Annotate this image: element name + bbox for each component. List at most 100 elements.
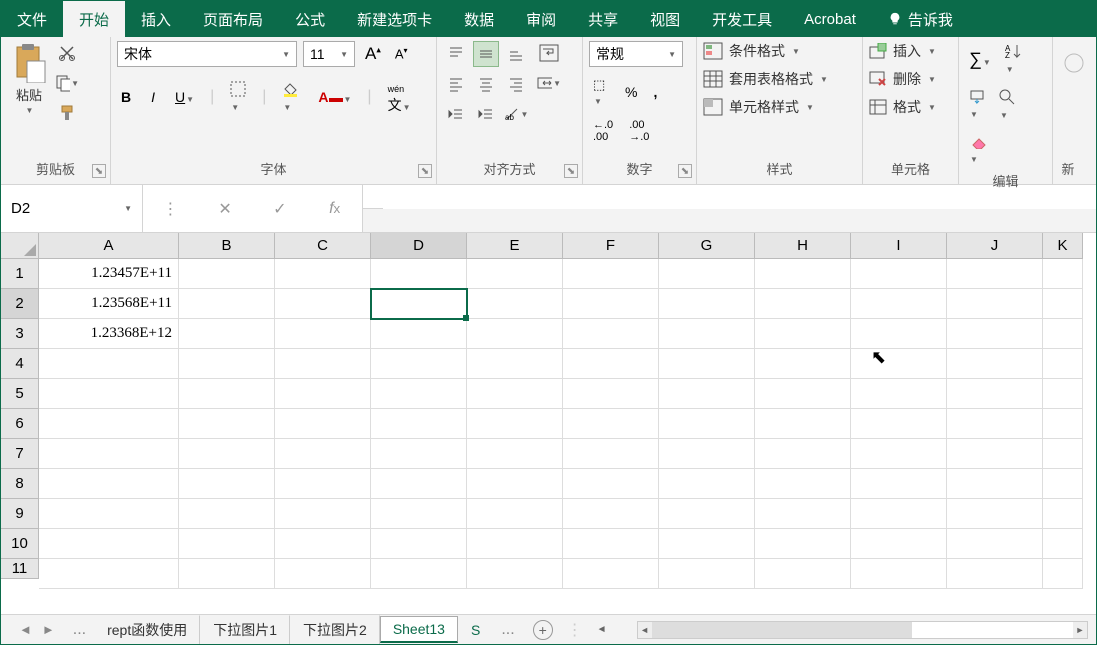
cell-A7[interactable] (39, 439, 179, 469)
cell-K5[interactable] (1043, 379, 1083, 409)
col-header-I[interactable]: I (851, 233, 947, 259)
cell-C9[interactable] (275, 499, 371, 529)
row-header-7[interactable]: 7 (1, 439, 39, 469)
tab-review[interactable]: 审阅 (510, 1, 572, 37)
percent-button[interactable]: % (621, 82, 641, 102)
cell-D4[interactable] (371, 349, 467, 379)
autosum-button[interactable]: ∑▼ (965, 47, 995, 72)
cell-D10[interactable] (371, 529, 467, 559)
cell-E8[interactable] (467, 469, 563, 499)
row-header-4[interactable]: 4 (1, 349, 39, 379)
cell-J11[interactable] (947, 559, 1043, 589)
cell-A1[interactable]: 1.23457E+11 (39, 259, 179, 289)
cell-B10[interactable] (179, 529, 275, 559)
cell-E2[interactable] (467, 289, 563, 319)
cell-C8[interactable] (275, 469, 371, 499)
format-button[interactable]: 格式▼ (869, 97, 936, 117)
row-header-5[interactable]: 5 (1, 379, 39, 409)
cell-K9[interactable] (1043, 499, 1083, 529)
cell-F1[interactable] (563, 259, 659, 289)
cell-H3[interactable] (755, 319, 851, 349)
clipboard-launcher[interactable]: ⬊ (92, 164, 106, 178)
cell-A4[interactable] (39, 349, 179, 379)
cell-F9[interactable] (563, 499, 659, 529)
cell-H10[interactable] (755, 529, 851, 559)
cell-C3[interactable] (275, 319, 371, 349)
cell-B9[interactable] (179, 499, 275, 529)
col-header-B[interactable]: B (179, 233, 275, 259)
sort-filter-button[interactable]: AZ▼ (1001, 41, 1027, 77)
col-header-G[interactable]: G (659, 233, 755, 259)
accounting-button[interactable]: ⬚▼ (589, 75, 613, 109)
select-all-corner[interactable] (1, 233, 39, 259)
sheet-tab-1[interactable]: 下拉图片1 (200, 615, 290, 644)
cell-A2[interactable]: 1.23568E+11 (39, 289, 179, 319)
paste-button[interactable]: 粘贴 ▼ (7, 41, 51, 117)
cell-D8[interactable] (371, 469, 467, 499)
fill-color-button[interactable]: ▼ (278, 79, 302, 115)
cell-C4[interactable] (275, 349, 371, 379)
cell-F11[interactable] (563, 559, 659, 589)
cell-D5[interactable] (371, 379, 467, 409)
border-button[interactable]: ▼ (226, 79, 250, 115)
cell-G4[interactable] (659, 349, 755, 379)
clear-button[interactable]: ▼ (965, 133, 991, 167)
decrease-font-button[interactable]: A▾ (391, 44, 412, 63)
find-button[interactable]: ▼ (995, 87, 1019, 123)
cell-C2[interactable] (275, 289, 371, 319)
table-format-button[interactable]: 套用表格格式▼ (703, 69, 828, 89)
row-header-9[interactable]: 9 (1, 499, 39, 529)
col-header-F[interactable]: F (563, 233, 659, 259)
cell-I4[interactable] (851, 349, 947, 379)
cell-G5[interactable] (659, 379, 755, 409)
tab-developer[interactable]: 开发工具 (696, 1, 788, 37)
cell-H1[interactable] (755, 259, 851, 289)
cell-style-button[interactable]: 单元格样式▼ (703, 97, 828, 117)
font-name-combo[interactable]: 宋体▼ (117, 41, 297, 67)
copy-button[interactable]: ▼ (55, 71, 79, 95)
hscroll-left[interactable]: ◄ (597, 624, 607, 635)
cell-B4[interactable] (179, 349, 275, 379)
col-header-K[interactable]: K (1043, 233, 1083, 259)
cell-B1[interactable] (179, 259, 275, 289)
align-center-button[interactable] (473, 71, 499, 97)
cell-E10[interactable] (467, 529, 563, 559)
tab-new[interactable]: 新建选项卡 (341, 1, 448, 37)
cell-I2[interactable] (851, 289, 947, 319)
cell-H6[interactable] (755, 409, 851, 439)
cell-H7[interactable] (755, 439, 851, 469)
sheet-more-left[interactable]: ... (65, 621, 94, 639)
cell-C5[interactable] (275, 379, 371, 409)
cell-C7[interactable] (275, 439, 371, 469)
tab-view[interactable]: 视图 (634, 1, 696, 37)
row-header-10[interactable]: 10 (1, 529, 39, 559)
cell-A9[interactable] (39, 499, 179, 529)
tab-data[interactable]: 数据 (448, 1, 510, 37)
number-format-combo[interactable]: 常规▼ (589, 41, 683, 67)
cell-K7[interactable] (1043, 439, 1083, 469)
row-header-3[interactable]: 3 (1, 319, 39, 349)
italic-button[interactable]: I (147, 87, 159, 107)
cell-J7[interactable] (947, 439, 1043, 469)
cell-G9[interactable] (659, 499, 755, 529)
cell-F10[interactable] (563, 529, 659, 559)
cell-B6[interactable] (179, 409, 275, 439)
cell-D3[interactable] (371, 319, 467, 349)
cell-H9[interactable] (755, 499, 851, 529)
cell-A6[interactable] (39, 409, 179, 439)
cell-A8[interactable] (39, 469, 179, 499)
cell-I9[interactable] (851, 499, 947, 529)
cell-J2[interactable] (947, 289, 1043, 319)
cell-H8[interactable] (755, 469, 851, 499)
extra-button[interactable] (1059, 41, 1089, 85)
cell-I10[interactable] (851, 529, 947, 559)
align-bottom-button[interactable] (503, 41, 529, 67)
cell-E6[interactable] (467, 409, 563, 439)
merge-button[interactable]: ▼ (537, 71, 561, 95)
cell-E3[interactable] (467, 319, 563, 349)
sheet-tab-2[interactable]: 下拉图片2 (290, 615, 380, 644)
fill-button[interactable]: ▼ (965, 88, 989, 122)
cell-F2[interactable] (563, 289, 659, 319)
sheet-tab-partial[interactable]: S (458, 617, 493, 642)
cell-D1[interactable] (371, 259, 467, 289)
